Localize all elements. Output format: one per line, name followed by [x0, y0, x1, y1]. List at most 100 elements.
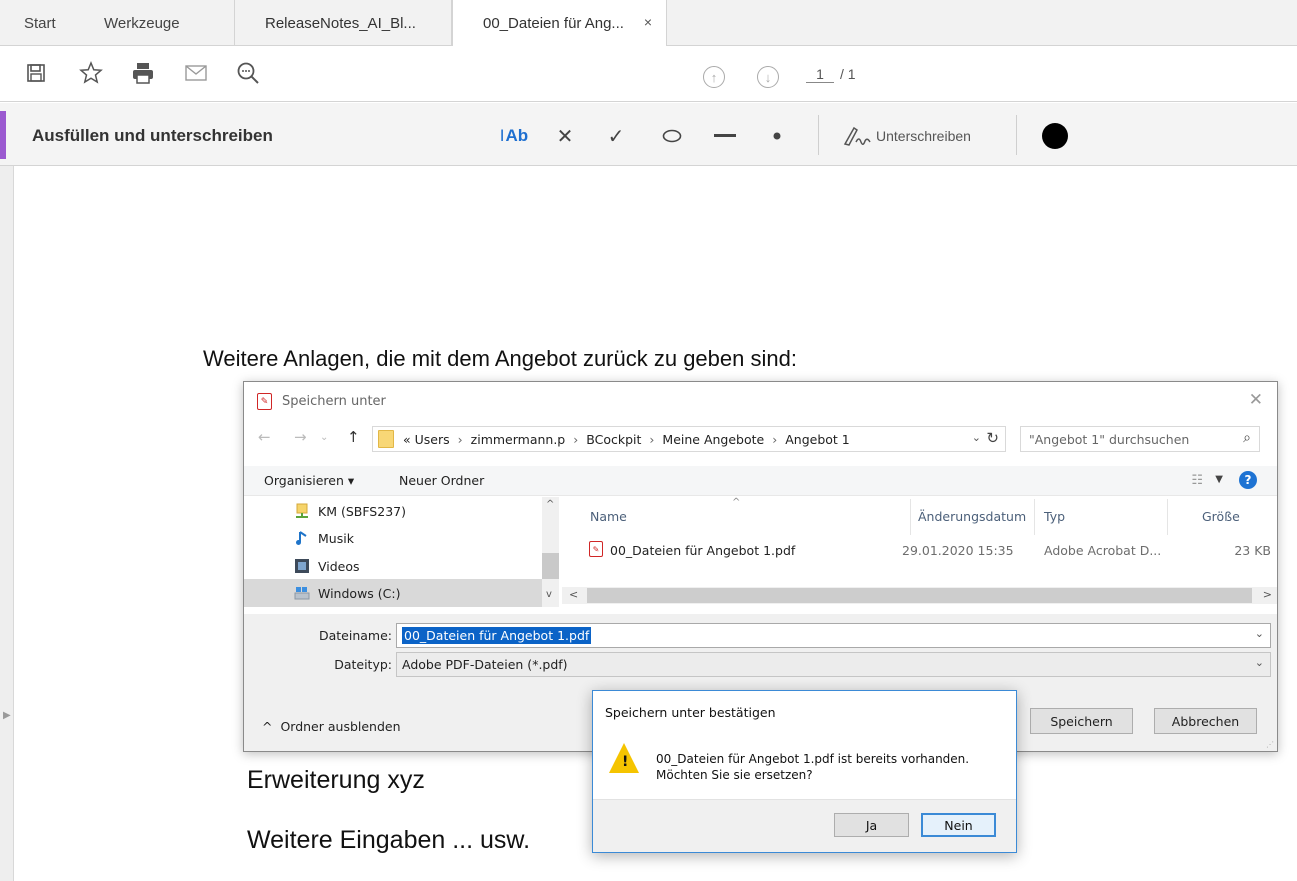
breadcrumb-angebot[interactable]: Angebot 1	[785, 432, 850, 447]
no-button[interactable]: Nein	[921, 813, 996, 837]
forward-arrow-icon[interactable]: →	[294, 428, 307, 446]
dot-tool-icon[interactable]	[767, 121, 787, 151]
back-arrow-icon[interactable]: ←	[258, 428, 271, 446]
column-divider[interactable]	[1167, 499, 1168, 535]
refresh-icon[interactable]: ↻	[986, 429, 999, 447]
confirm-dialog-title: Speichern unter bestätigen	[605, 705, 776, 720]
yes-button[interactable]: Ja	[834, 813, 909, 837]
tab-document-releasenotes[interactable]: ReleaseNotes_AI_Bl...	[234, 0, 452, 46]
document-heading: Weitere Anlagen, die mit dem Angebot zur…	[203, 346, 797, 371]
tree-item-network-drive[interactable]: KM (SBFS237)	[244, 497, 542, 525]
fill-sign-toolbar: Ausfüllen und unterschreiben I Ab ✕ ✓ Unt…	[0, 103, 1297, 166]
chevron-right-icon: ›	[649, 431, 655, 447]
sign-button[interactable]: Unterschreiben	[842, 121, 992, 151]
circle-tool-icon[interactable]	[659, 121, 685, 151]
color-picker-icon[interactable]	[1040, 121, 1070, 151]
tree-scrollbar[interactable]: ^ v	[542, 497, 559, 607]
close-icon[interactable]: ✕	[1249, 390, 1263, 410]
breadcrumb-bcockpit[interactable]: BCockpit	[586, 432, 641, 447]
breadcrumb-meine-angebote[interactable]: Meine Angebote	[662, 432, 764, 447]
folder-icon	[378, 430, 394, 448]
tree-item-videos[interactable]: Videos	[244, 552, 542, 580]
column-header-name[interactable]: Name	[590, 509, 627, 524]
tab-close-icon[interactable]: ×	[644, 14, 652, 30]
tree-item-music[interactable]: Musik	[244, 524, 542, 552]
tree-item-label: Videos	[318, 558, 360, 574]
column-divider[interactable]	[1034, 499, 1035, 535]
toolbar-separator	[1016, 115, 1017, 155]
scrollbar-thumb[interactable]	[542, 553, 559, 579]
checkmark-icon[interactable]: ✓	[604, 121, 628, 151]
filename-value: 00_Dateien für Angebot 1.pdf	[402, 627, 592, 644]
confirm-overwrite-dialog: Speichern unter bestätigen ! 00_Dateien …	[592, 690, 1017, 853]
chevron-down-icon[interactable]: ⌄	[1255, 627, 1264, 640]
previous-page-icon[interactable]: ↑	[703, 66, 725, 88]
cancel-button[interactable]: Abbrechen	[1154, 708, 1257, 734]
filetype-select[interactable]: Adobe PDF-Dateien (*.pdf) ⌄	[396, 652, 1271, 677]
document-line: Erweiterung xyz	[247, 766, 425, 794]
scroll-left-icon[interactable]: <	[569, 588, 578, 601]
column-header-type[interactable]: Typ	[1044, 509, 1065, 524]
confirm-button-bar: Ja Nein	[593, 799, 1016, 852]
next-page-icon[interactable]: ↓	[757, 66, 779, 88]
breadcrumb-user[interactable]: zimmermann.p	[471, 432, 566, 447]
zoom-search-icon[interactable]	[233, 58, 263, 88]
fill-sign-title: Ausfüllen und unterschreiben	[32, 126, 273, 145]
chevron-up-icon: ^	[262, 719, 273, 734]
main-toolbar: ↑ ↓ 1 / 1	[0, 46, 1297, 102]
horizontal-scrollbar[interactable]: < >	[562, 587, 1277, 604]
drive-icon	[294, 587, 310, 600]
column-header-size[interactable]: Größe	[1202, 509, 1240, 524]
chevron-right-icon: ›	[772, 431, 778, 447]
network-drive-icon	[296, 503, 308, 518]
scrollbar-thumb[interactable]	[587, 588, 1252, 603]
tab-start[interactable]: Start	[12, 0, 82, 46]
resize-grip-icon[interactable]: ⋰	[1266, 740, 1274, 749]
toolbar-separator	[818, 115, 819, 155]
hide-folders-button[interactable]: ^ Ordner ausblenden	[262, 719, 401, 734]
filetype-value: Adobe PDF-Dateien (*.pdf)	[402, 657, 568, 672]
save-icon[interactable]	[21, 58, 51, 88]
address-bar[interactable]: « Users › zimmermann.p › BCockpit › Meine A…	[372, 426, 1006, 452]
print-icon[interactable]	[128, 58, 158, 88]
warning-exclamation: !	[622, 754, 629, 770]
filename-field[interactable]: 00_Dateien für Angebot 1.pdf ⌄	[396, 623, 1271, 648]
chevron-down-icon[interactable]: ⌄	[1255, 656, 1264, 669]
save-button[interactable]: Speichern	[1030, 708, 1133, 734]
signature-pen-icon	[843, 126, 871, 146]
expand-panel-icon[interactable]: ▶	[3, 710, 11, 721]
bookmark-star-icon[interactable]	[76, 58, 106, 88]
breadcrumb-users[interactable]: Users	[415, 432, 450, 447]
column-header-modified[interactable]: Änderungsdatum	[918, 509, 1026, 524]
scroll-down-icon[interactable]: v	[546, 589, 552, 600]
tab-document-releasenotes-label: ReleaseNotes_AI_Bl...	[265, 14, 416, 32]
cross-mark-icon[interactable]: ✕	[553, 121, 577, 151]
file-type: Adobe Acrobat D...	[1044, 543, 1162, 558]
chevron-down-icon[interactable]: ⌄	[972, 431, 981, 444]
search-input[interactable]: "Angebot 1" durchsuchen ⌕	[1020, 426, 1260, 452]
file-size: 23 KB	[1234, 543, 1271, 558]
tree-item-windows-drive[interactable]: Windows (C:)	[244, 579, 542, 607]
line-tool-icon[interactable]	[712, 121, 738, 151]
scroll-right-icon[interactable]: >	[1263, 588, 1272, 601]
column-divider[interactable]	[910, 499, 911, 535]
file-name[interactable]: 00_Dateien für Angebot 1.pdf	[610, 543, 795, 558]
email-icon[interactable]	[181, 58, 211, 88]
breadcrumb-back[interactable]: «	[403, 432, 411, 447]
page-number-input[interactable]: 1	[806, 66, 834, 83]
search-icon[interactable]: ⌕	[1243, 430, 1251, 446]
view-options-icon[interactable]: ☷	[1191, 473, 1203, 488]
organize-button[interactable]: Organisieren ▾	[264, 473, 354, 488]
tab-tools[interactable]: Werkzeuge	[92, 0, 232, 46]
add-text-tool[interactable]: I Ab	[497, 121, 531, 151]
help-icon[interactable]: ?	[1239, 471, 1257, 489]
filename-label: Dateiname:	[318, 628, 392, 643]
navigation-tree: KM (SBFS237) Musik Videos Windows (C:) ^…	[244, 497, 561, 607]
recent-locations-icon[interactable]: ⌄	[320, 432, 328, 443]
tab-document-active[interactable]: 00_Dateien für Ang... ×	[452, 0, 667, 47]
chevron-down-icon[interactable]: ▼	[1215, 474, 1223, 485]
scroll-up-icon[interactable]: ^	[546, 499, 554, 510]
new-folder-button[interactable]: Neuer Ordner	[399, 473, 484, 488]
up-arrow-icon[interactable]: ↑	[347, 428, 360, 446]
fill-sign-accent	[0, 111, 6, 159]
